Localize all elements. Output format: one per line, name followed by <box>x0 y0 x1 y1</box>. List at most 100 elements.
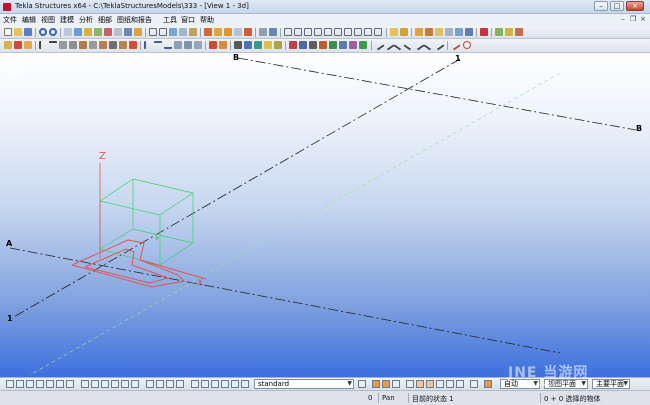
toolbar2-icon-27[interactable] <box>329 41 337 49</box>
select-filter-icon-18[interactable] <box>231 380 239 388</box>
select-filter-icon-9[interactable] <box>131 380 139 388</box>
toolbar2-icon-30[interactable] <box>359 41 367 49</box>
select-filter-icon-10[interactable] <box>146 380 154 388</box>
toolbar2-icon-15[interactable] <box>194 41 202 49</box>
toolbar-icon-18[interactable] <box>244 28 252 36</box>
new-model-icon[interactable] <box>4 28 12 36</box>
toolbar2-icon-12[interactable] <box>164 41 172 49</box>
toolbar2-icon-38[interactable] <box>449 39 461 51</box>
toolbar-icon-23[interactable] <box>304 28 312 36</box>
toolbar2-icon-11[interactable] <box>154 41 162 49</box>
select-filter-icon-4[interactable] <box>81 380 89 388</box>
toolbar2-icon-31[interactable] <box>373 39 385 51</box>
menu-view[interactable]: 视图 <box>41 15 55 25</box>
redo-icon[interactable] <box>49 28 57 36</box>
snap-icon-9[interactable] <box>456 380 464 388</box>
maximize-button[interactable]: □ <box>610 1 624 11</box>
select-filter-icon-13[interactable] <box>176 380 184 388</box>
toolbar-icon-8[interactable] <box>134 28 142 36</box>
toolbar2-icon-9[interactable] <box>129 41 137 49</box>
toolbar-icon-35[interactable] <box>435 28 443 36</box>
toolbar2-icon-7[interactable] <box>109 41 117 49</box>
selection-filter-combo[interactable]: standard ▼ <box>254 379 354 389</box>
snap-icon-5[interactable] <box>416 380 424 388</box>
select-parts-icon[interactable] <box>16 380 24 388</box>
menu-drawings-reports[interactable]: 图纸和报告 <box>117 15 152 25</box>
toolbar2-icon-36[interactable] <box>423 39 435 51</box>
toolbar-icon-37[interactable] <box>455 28 463 36</box>
snap-icon-11[interactable] <box>484 380 492 388</box>
grid-label-b-right[interactable]: B <box>636 124 642 133</box>
toolbar2-icon-5[interactable] <box>89 41 97 49</box>
toolbar-icon-5[interactable] <box>104 28 112 36</box>
toolbar-icon-40[interactable] <box>495 28 503 36</box>
toolbar-icon-15[interactable] <box>214 28 222 36</box>
toolbar-icon-4[interactable] <box>94 28 102 36</box>
select-filter-icon-17[interactable] <box>221 380 229 388</box>
select-all-icon[interactable] <box>6 380 14 388</box>
toolbar2-icon-39[interactable] <box>463 41 471 49</box>
toolbar2-icon-17[interactable] <box>219 41 227 49</box>
select-filter-icon-6[interactable] <box>101 380 109 388</box>
menu-detailing[interactable]: 细部 <box>98 15 112 25</box>
toolbar-icon-27[interactable] <box>344 28 352 36</box>
select-filter-icon-8[interactable] <box>121 380 129 388</box>
toolbar2-icon-21[interactable] <box>264 41 272 49</box>
close-button[interactable]: × <box>626 1 644 11</box>
select-filter-icon-16[interactable] <box>211 380 219 388</box>
toolbar2-icon-13[interactable] <box>174 41 182 49</box>
toolbar-icon-34[interactable] <box>425 28 433 36</box>
select-filter-icon-5[interactable] <box>91 380 99 388</box>
snap-icon-10[interactable] <box>470 380 478 388</box>
menu-analysis[interactable]: 分析 <box>79 15 93 25</box>
grid-label-a-left[interactable]: A <box>6 239 12 248</box>
menu-file[interactable]: 文件 <box>3 15 17 25</box>
toolbar-icon-11[interactable] <box>169 28 177 36</box>
toolbar2-icon-14[interactable] <box>184 41 192 49</box>
select-filter-icon-2[interactable] <box>56 380 64 388</box>
toolbar-icon-19[interactable] <box>259 28 267 36</box>
toolbar2-icon-3[interactable] <box>24 41 32 49</box>
toolbar2-icon-23[interactable] <box>289 41 297 49</box>
toolbar-icon-36[interactable] <box>445 28 453 36</box>
toolbar2-icon-26[interactable] <box>319 41 327 49</box>
toolbar2-icon-28[interactable] <box>339 41 347 49</box>
toolbar-icon-42[interactable] <box>515 28 523 36</box>
toolbar2-icon-29[interactable] <box>349 41 357 49</box>
toolbar2-icon-4[interactable] <box>79 41 87 49</box>
toolbar2-icon-2[interactable] <box>14 41 22 49</box>
select-filter-icon-3[interactable] <box>66 380 74 388</box>
toolbar2-icon-1[interactable] <box>4 41 12 49</box>
open-folder-icon[interactable] <box>14 28 22 36</box>
grid-label-1-left[interactable]: 1 <box>7 314 13 323</box>
title-bar[interactable]: Tekla Structures x64 - C:\TeklaStructure… <box>0 0 650 14</box>
toolbar2-icon-6[interactable] <box>99 41 107 49</box>
grid-label-b-top[interactable]: B <box>233 53 239 62</box>
toolbar-icon-30[interactable] <box>374 28 382 36</box>
snap-icon-7[interactable] <box>436 380 444 388</box>
toolbar2-icon-18[interactable] <box>234 41 242 49</box>
toolbar2-icon-8[interactable] <box>119 41 127 49</box>
minimize-button[interactable]: – <box>594 1 608 11</box>
toolbar-icon-31[interactable] <box>390 28 398 36</box>
select-filter-icon-14[interactable] <box>191 380 199 388</box>
toolbar-icon-38[interactable] <box>465 28 473 36</box>
menu-model[interactable]: 建模 <box>60 15 74 25</box>
toolbar-icon-6[interactable] <box>114 28 122 36</box>
toolbar2-icon-16[interactable] <box>209 41 217 49</box>
toolbar-icon-26[interactable] <box>334 28 342 36</box>
select-filter-icon-19[interactable] <box>241 380 249 388</box>
curved-beam-icon[interactable] <box>69 41 77 49</box>
toolbar-icon-9[interactable] <box>149 28 157 36</box>
toolbar2-icon-37[interactable] <box>433 39 445 51</box>
menu-tools[interactable]: 工具 <box>163 15 177 25</box>
tekla-app-icon[interactable] <box>3 3 11 11</box>
toolbar2-icon-19[interactable] <box>244 41 252 49</box>
toolbar-icon-24[interactable] <box>314 28 322 36</box>
grid-label-1-top[interactable]: 1 <box>455 54 461 63</box>
beam-icon[interactable] <box>49 41 57 49</box>
menu-help[interactable]: 帮助 <box>200 15 214 25</box>
toolbar2-icon-25[interactable] <box>309 41 317 49</box>
toolbar-icon-10[interactable] <box>159 28 167 36</box>
toolbar-icon-21[interactable] <box>284 28 292 36</box>
